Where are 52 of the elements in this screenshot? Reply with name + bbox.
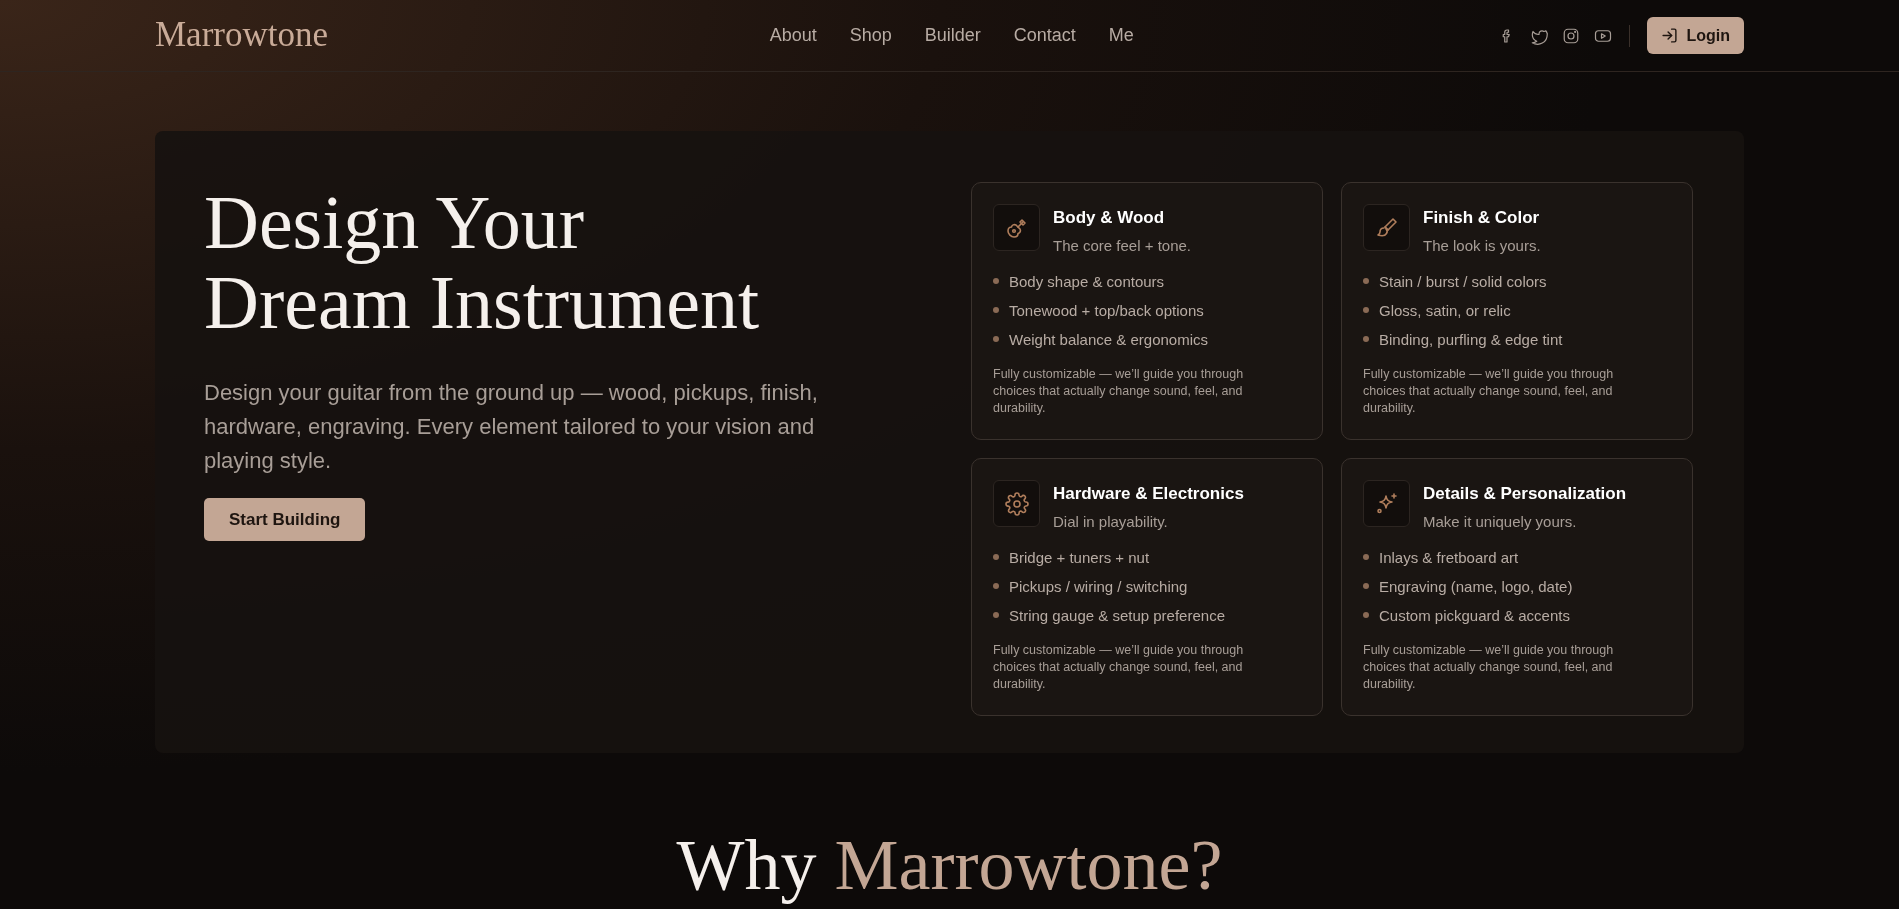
feature-item: Binding, purfling & edge tint (1379, 329, 1563, 349)
hero-heading: Design Your (204, 182, 586, 262)
bullet-icon (1363, 554, 1369, 560)
logo[interactable]: Marrowtone (155, 9, 555, 62)
card-note: Fully customizable — we’ll guide you through choices that actually change sound, feel, and durability. (1363, 365, 1615, 417)
feature-item: String gauge & setup preference (1009, 605, 1225, 625)
sparkle-icon (1374, 491, 1399, 516)
section-heading: Why Marrowtone? (676, 825, 1223, 905)
card-title: Body & Wood (1053, 207, 1166, 229)
feature-item: Stain / burst / solid colors (1379, 271, 1547, 291)
bullet-icon (1363, 612, 1369, 618)
feature-item: Tonewood + top/back options (1009, 300, 1204, 320)
paintbrush-icon (1374, 215, 1399, 240)
nav-link[interactable]: About (769, 22, 817, 49)
hero-description: Design your guitar from the ground up — wood, pickups, finish, hardware, engraving. Every element tailored to your vision and playing style. (204, 379, 819, 475)
login-icon (1661, 27, 1679, 44)
nav-link[interactable]: Contact (1013, 22, 1076, 49)
card-subtitle: The core feel + tone. (1053, 236, 1191, 256)
bullet-icon (1363, 583, 1369, 589)
login-button[interactable]: Login (1647, 17, 1744, 54)
card-title: Finish & Color (1423, 207, 1541, 229)
bullet-icon (993, 612, 999, 618)
bullet-icon (1363, 336, 1369, 342)
feature-item: Body shape & contours (1009, 271, 1165, 291)
card-subtitle: The look is yours. (1423, 236, 1541, 256)
bullet-icon (993, 278, 999, 284)
feature-item: Engraving (name, logo, date) (1379, 576, 1573, 596)
card-note: Fully customizable — we’ll guide you through choices that actually change sound, feel, and durability. (1363, 641, 1615, 693)
bullet-icon (1363, 278, 1369, 284)
feature-item: Pickups / wiring / switching (1009, 576, 1188, 596)
feature-item: Bridge + tuners + nut (1009, 547, 1150, 567)
card-title: Details & Personalization (1423, 483, 1627, 505)
bullet-icon (993, 336, 999, 342)
instagram-icon[interactable] (1562, 26, 1581, 45)
feature-item: Inlays & fretboard art (1379, 547, 1519, 567)
nav-link[interactable]: Builder (924, 22, 981, 49)
start-building-button[interactable]: Start Building (204, 498, 366, 541)
card-note: Fully customizable — we’ll guide you through choices that actually change sound, feel, and durability. (993, 365, 1245, 417)
nav-link[interactable]: Me (1108, 22, 1134, 49)
bullet-icon (1363, 307, 1369, 313)
bullet-icon (993, 307, 999, 313)
bullet-icon (993, 554, 999, 560)
card-title: Hardware & Electronics (1053, 483, 1244, 505)
feature-item: Custom pickguard & accents (1379, 605, 1570, 625)
bullet-icon (993, 583, 999, 589)
nav-link[interactable]: Shop (849, 22, 892, 49)
card-note: Fully customizable — we’ll guide you through choices that actually change sound, feel, and durability. (993, 641, 1245, 693)
feature-item: Weight balance & ergonomics (1009, 329, 1208, 349)
gear-icon (1004, 491, 1029, 516)
card-subtitle: Make it uniquely yours. (1423, 512, 1578, 532)
feature-item: Gloss, satin, or relic (1379, 300, 1511, 320)
card-subtitle: Dial in playability. (1053, 512, 1169, 532)
